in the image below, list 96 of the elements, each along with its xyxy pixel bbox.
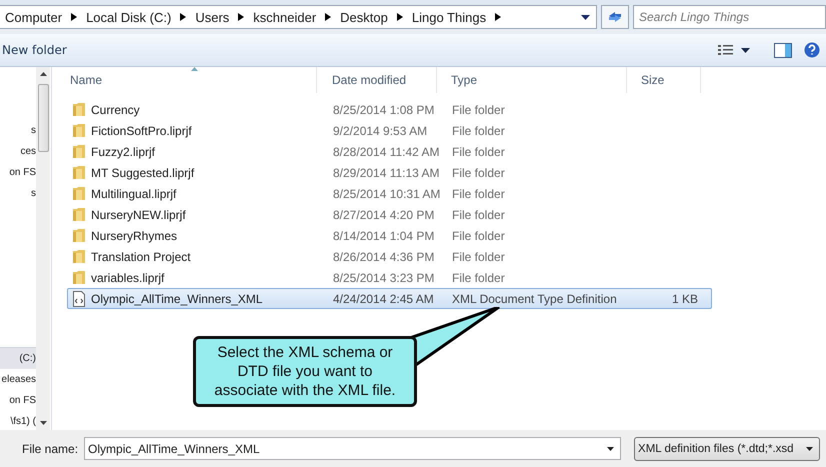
view-list-icon[interactable] [718, 44, 733, 56]
folder-icon [72, 102, 86, 117]
folder-icon [72, 249, 86, 264]
file-name: NurseryRhymes [91, 228, 178, 242]
nav-item[interactable]: on FS [0, 390, 36, 411]
file-row[interactable]: MT Suggested.liprjf 8/29/2014 11:13 AM File folder [67, 162, 712, 183]
type-cell-text: File folder [451, 144, 506, 158]
type-cell-text: File folder [451, 208, 506, 222]
file-name-field[interactable]: Olympic_AllTime_Winners_XML [84, 437, 622, 460]
date-cell-text: 8/25/2014 1:08 PM [332, 102, 436, 116]
folder-icon [72, 165, 86, 180]
chevron-icon[interactable] [325, 13, 332, 21]
file-name: Multilingual.liprjf [91, 186, 176, 200]
type-cell-text: File folder [451, 166, 506, 180]
column-header[interactable]: Date modified [317, 67, 437, 93]
breadcrumb[interactable]: Users [195, 10, 230, 24]
type-cell-text: File folder [451, 186, 506, 200]
folder-icon [72, 207, 86, 222]
scrollbar-thumb[interactable] [38, 84, 48, 152]
chevron-icon[interactable] [495, 13, 502, 21]
nav-item[interactable]: s [0, 120, 36, 141]
size-cell-text: 1 KB [670, 292, 699, 306]
caret-icon[interactable] [806, 446, 813, 450]
column-header[interactable]: Type [437, 67, 627, 93]
refresh-icon[interactable] [607, 10, 623, 24]
file-name: Olympic_AllTime_Winners_XML [91, 292, 263, 306]
callout: Select the XML schema or DTD file you want to associate with the XML file. [193, 336, 417, 407]
nav-item[interactable]: (C:) [0, 347, 36, 369]
down-arrow-icon[interactable] [40, 421, 46, 425]
new-folder-button[interactable]: New folder [0, 43, 67, 57]
type-cell-text: File folder [451, 250, 506, 264]
file-name: NurseryNEW.liprjf [91, 208, 186, 222]
file-row[interactable]: Olympic_AllTime_Winners_XML 4/24/2014 2:45 AM XML Document Type Definition 1 KB [67, 288, 712, 309]
file-name: FictionSoftPro.liprjf [91, 124, 192, 138]
file-name: variables.liprjf [91, 270, 164, 284]
folder-icon [72, 186, 86, 201]
date-cell-text: 8/26/2014 4:36 PM [332, 250, 436, 264]
chevron-icon[interactable] [71, 13, 78, 21]
breadcrumb[interactable]: Desktop [340, 10, 388, 24]
chevron-icon[interactable] [180, 13, 186, 21]
file-name: Currency [91, 102, 140, 116]
file-name: MT Suggested.liprjf [91, 166, 194, 180]
type-cell-text: File folder [451, 228, 506, 242]
address-bar[interactable]: Computer Local Disk (C:) Users kschneider Desktop Lingo Things [0, 5, 597, 29]
file-row[interactable]: NurseryNEW.liprjf 8/27/2014 4:20 PM File folder [67, 204, 712, 225]
up-arrow-icon[interactable] [40, 72, 46, 76]
column-header[interactable]: Name [52, 67, 317, 93]
chevron-icon[interactable] [396, 13, 403, 21]
folder-icon [72, 270, 86, 285]
file-row[interactable]: NurseryRhymes 8/14/2014 1:04 PM File folder [67, 225, 712, 246]
file-name-label: File name: [22, 442, 78, 456]
type-cell-text: File folder [451, 102, 506, 116]
date-cell-text: 4/24/2014 2:45 AM [332, 292, 435, 306]
date-cell-text: 8/25/2014 3:23 PM [332, 270, 436, 284]
file-name: Fuzzy2.liprjf [91, 144, 156, 158]
file-row[interactable]: variables.liprjf 8/25/2014 3:23 PM File folder [67, 267, 712, 288]
breadcrumb[interactable]: Lingo Things [412, 10, 486, 24]
folder-icon [72, 228, 86, 243]
search-field[interactable]: Search Lingo Things [633, 5, 826, 29]
date-cell-text: 8/28/2014 11:42 AM [332, 144, 438, 158]
nav-item[interactable]: on FS [0, 162, 36, 183]
breadcrumb[interactable]: Computer [5, 10, 62, 24]
folder-icon [72, 123, 86, 138]
caret-icon[interactable] [741, 48, 750, 52]
nav-item[interactable]: \fs1) ( [0, 411, 36, 432]
file-row[interactable]: Multilingual.liprjf 8/25/2014 10:31 AM File folder [67, 183, 712, 204]
caret-icon[interactable] [581, 14, 590, 20]
date-cell-text: 8/27/2014 4:20 PM [332, 208, 436, 222]
nav-item[interactable]: ces [0, 141, 36, 162]
type-cell-text: File folder [451, 124, 506, 138]
folder-icon [72, 144, 86, 159]
scrollbar[interactable] [36, 67, 50, 430]
file-row[interactable]: FictionSoftPro.liprjf 9/2/2014 9:53 AM File folder [67, 120, 712, 141]
type-cell-text: XML Document Type Definition [451, 292, 618, 306]
chevron-icon[interactable] [238, 13, 244, 21]
refresh-button[interactable] [601, 5, 629, 29]
file-row[interactable]: Translation Project 8/26/2014 4:36 PM File folder [67, 246, 712, 267]
column-header[interactable]: Size [627, 67, 701, 93]
breadcrumb[interactable]: Local Disk (C:) [86, 10, 172, 24]
date-cell-text: 8/25/2014 10:31 AM [332, 186, 438, 200]
date-cell-text: 8/29/2014 11:13 AM [332, 166, 438, 180]
sort-arrow-icon [191, 67, 198, 71]
file-name: Translation Project [91, 250, 191, 264]
document-icon [72, 290, 86, 306]
file-row[interactable]: Currency 8/25/2014 1:08 PM File folder [67, 99, 712, 120]
preview-pane-icon[interactable] [774, 42, 792, 58]
file-type-dropdown[interactable]: XML definition files (*.dtd;*.xsd [634, 436, 820, 460]
date-cell-text: 9/2/2014 9:53 AM [332, 124, 428, 138]
caret-icon[interactable] [607, 446, 614, 450]
breadcrumb[interactable]: kschneider [253, 10, 316, 24]
help-icon[interactable] [804, 42, 820, 58]
type-cell-text: File folder [451, 270, 506, 284]
nav-item[interactable]: s [0, 183, 36, 204]
date-cell-text: 8/14/2014 1:04 PM [332, 228, 436, 242]
file-row[interactable]: Fuzzy2.liprjf 8/28/2014 11:42 AM File folder [67, 141, 712, 162]
nav-item[interactable]: eleases [0, 369, 36, 390]
